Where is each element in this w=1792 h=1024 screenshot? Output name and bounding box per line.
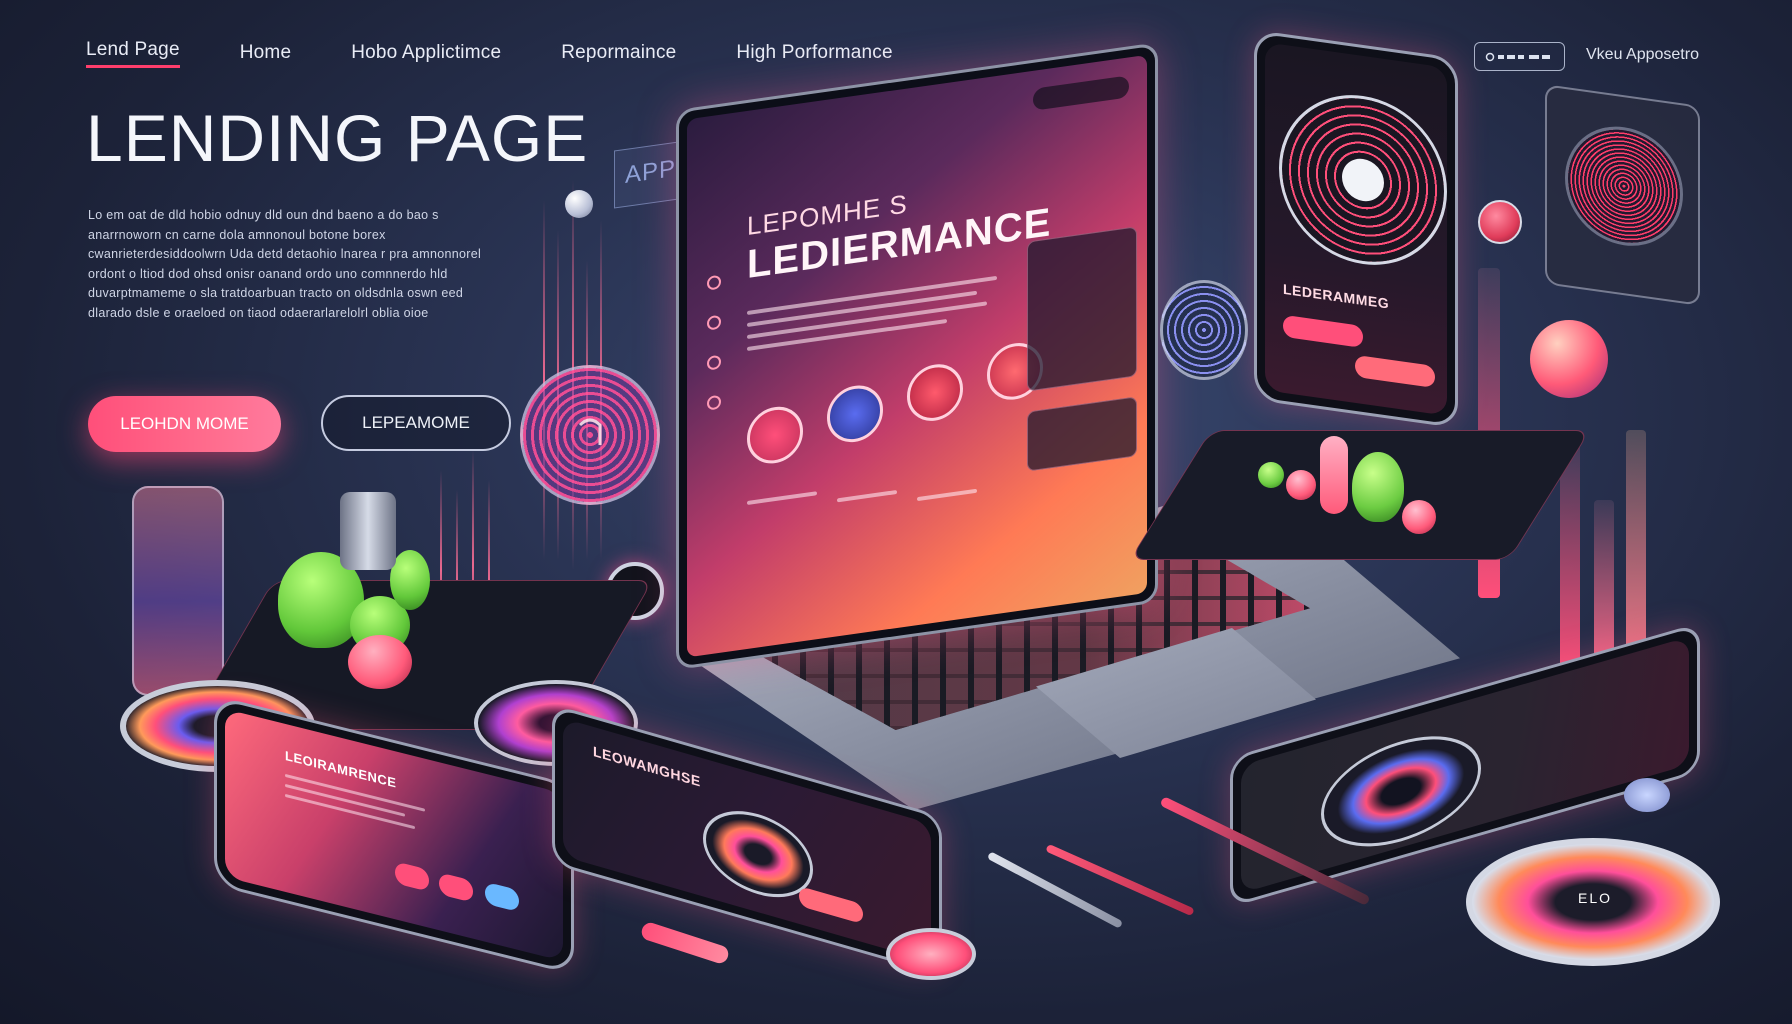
- side-nav-dot[interactable]: [707, 394, 721, 411]
- glass-cylinder: [132, 486, 224, 696]
- feature-icon[interactable]: [827, 381, 883, 446]
- glow-bar: [1560, 440, 1580, 680]
- right-card-device: LEDERAMMEG: [1254, 29, 1458, 429]
- metal-canister: [340, 492, 396, 570]
- text-line: [747, 491, 817, 506]
- fingerprint-disc: [520, 365, 660, 505]
- hero-body-text: Lo em oat de dld hobio odnuy dld oun dnd…: [88, 208, 482, 320]
- side-nav-dot[interactable]: [707, 354, 721, 371]
- nav-link-high-performance[interactable]: High Porformance: [736, 42, 892, 64]
- phone-title: LEOIRAMRENCE: [285, 747, 397, 791]
- tablet-button[interactable]: [799, 885, 863, 925]
- side-nav-dot[interactable]: [707, 314, 721, 331]
- nav-link-application[interactable]: Hobo Applictimce: [351, 42, 501, 64]
- fingerprint-icon: [578, 418, 602, 445]
- text-line: [917, 488, 977, 502]
- screen-card[interactable]: [1027, 396, 1137, 472]
- speaker-grill: [1565, 118, 1683, 254]
- laptop-display: LEPOMHE S LEDIERMANCE: [687, 54, 1147, 658]
- nav-button-glyph-icon: [1485, 52, 1550, 61]
- nav-link-home[interactable]: Home: [240, 42, 291, 64]
- pink-blob: [1320, 436, 1348, 514]
- phone-action-button[interactable]: [439, 872, 473, 903]
- secondary-cta-button[interactable]: LEPEAMOME: [321, 395, 511, 451]
- right-card-button[interactable]: [1283, 314, 1363, 348]
- green-blob: [1352, 452, 1404, 522]
- laptop-screen: LEPOMHE S LEDIERMANCE: [676, 42, 1158, 670]
- stylus: [986, 851, 1124, 929]
- nav-right-link[interactable]: Vkeu Apposetro: [1586, 46, 1699, 64]
- nav-button[interactable]: [1474, 42, 1565, 71]
- screen-card: [1027, 226, 1137, 392]
- feature-icon[interactable]: [907, 360, 963, 425]
- top-nav: Lend Page Home Hobo Applictimce Repormai…: [86, 36, 953, 70]
- primary-cta-button[interactable]: LEOHDN MOME: [88, 396, 281, 452]
- phone-action-button[interactable]: [395, 861, 429, 892]
- window-controls: [1033, 75, 1129, 111]
- right-card-button[interactable]: [1355, 354, 1435, 389]
- speaker-panel: [1545, 84, 1700, 306]
- right-card-display: LEDERAMMEG: [1265, 42, 1447, 416]
- earbud: [1624, 778, 1670, 812]
- pink-blob: [348, 635, 412, 689]
- ring-disc-mid: [1160, 280, 1248, 380]
- tablet-title: LEOWAMGHSE: [593, 742, 701, 790]
- text-line: [837, 489, 897, 503]
- floating-orb: [565, 190, 593, 218]
- right-card-title: LEDERAMMEG: [1283, 280, 1390, 312]
- floating-orb: [1478, 200, 1522, 244]
- pink-pill: [639, 920, 731, 966]
- disc-label: ELO: [1578, 890, 1613, 906]
- pink-blob: [1402, 500, 1436, 534]
- round-button-device: [886, 928, 976, 980]
- right-tablet-gauge: [1321, 718, 1481, 865]
- floating-orb: [1530, 320, 1608, 398]
- stylus: [1045, 843, 1195, 917]
- hero-title: LENDING PAGE: [86, 101, 589, 175]
- tablet-gauge: [703, 798, 813, 910]
- side-nav-dot[interactable]: [707, 274, 721, 291]
- phone-action-button[interactable]: [485, 881, 519, 913]
- nav-link-performance[interactable]: Repormaince: [561, 42, 676, 64]
- green-blob: [1258, 462, 1284, 488]
- bottom-right-disc: ELO: [1466, 838, 1720, 966]
- green-blob: [390, 550, 430, 610]
- nav-link-lend-page[interactable]: Lend Page: [86, 39, 180, 68]
- radial-gauge: [1279, 84, 1447, 276]
- feature-icon[interactable]: [747, 403, 803, 468]
- pink-blob: [1286, 470, 1316, 500]
